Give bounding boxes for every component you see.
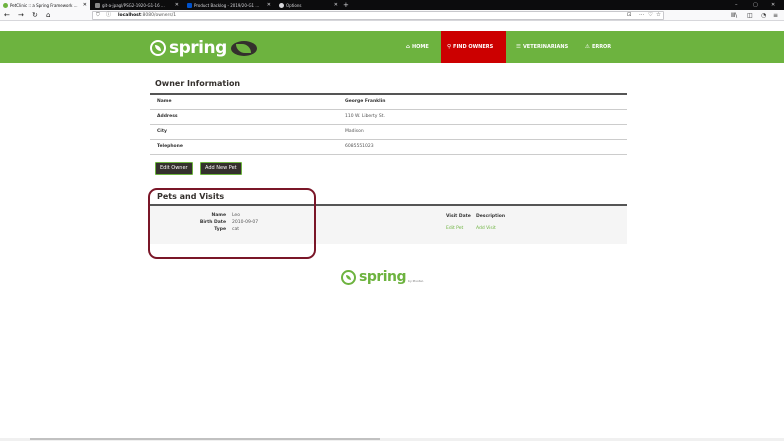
nav-veterinarians[interactable]: ☰ VETERINARIANS <box>510 31 574 63</box>
row-label: Telephone <box>150 138 338 155</box>
tab-title: git-a-jpagl/PSG2-1920-G1-16 ... <box>102 2 165 8</box>
tab-github[interactable]: git-a-jpagl/PSG2-1920-G1-16 ... ✕ <box>92 0 182 10</box>
add-new-pet-button[interactable]: Add New Pet <box>200 162 242 175</box>
backlog-favicon-icon <box>187 2 192 8</box>
menu-icon[interactable]: ≡ <box>773 11 778 20</box>
url-path: :8080/owners/1 <box>141 13 177 18</box>
row-value: 6085551023 <box>338 138 627 155</box>
visit-date-header: Visit Date <box>446 214 471 219</box>
row-value: Madison <box>338 123 627 139</box>
address-bar[interactable]: ⛉ ⓘ localhost:8080/owners/1 ⊡ ··· ♡ ☆ <box>92 11 664 20</box>
owner-information-heading: Owner Information <box>155 79 241 88</box>
owner-info-table: Name George Franklin Address 110 W. Libe… <box>150 93 627 155</box>
close-icon[interactable]: ✕ <box>83 2 87 8</box>
gear-icon <box>279 2 284 8</box>
close-icon[interactable]: ✕ <box>175 2 179 8</box>
url-host: localhost <box>118 13 142 18</box>
bookmark-star-icon[interactable]: ☆ <box>656 12 661 19</box>
tab-options[interactable]: Options ✕ <box>276 0 341 10</box>
reload-icon[interactable]: ↻ <box>32 11 38 20</box>
tab-title: PetClinic :: a Spring Framework ... <box>10 2 78 8</box>
close-icon[interactable]: ✕ <box>334 2 338 8</box>
pet-leaf-icon <box>230 40 257 56</box>
edit-pet-link[interactable]: Edit Pet <box>446 226 463 231</box>
window-close-icon[interactable]: ✕ <box>771 0 775 10</box>
close-icon[interactable]: ✕ <box>267 2 271 8</box>
tab-title: Product Backlog - 2019/20-G1 ... <box>194 2 260 8</box>
tab-backlog[interactable]: Product Backlog - 2019/20-G1 ... ✕ <box>184 0 274 10</box>
warning-icon: ⚠ <box>585 44 590 50</box>
info-icon[interactable]: ⓘ <box>106 12 111 19</box>
github-favicon-icon <box>95 2 100 8</box>
table-row: Address 110 W. Liberty St. <box>150 108 627 124</box>
browser-tab-bar: PetClinic :: a Spring Framework ... ✕ gi… <box>0 0 784 10</box>
table-row: Name George Franklin <box>150 93 627 109</box>
new-tab-button[interactable]: + <box>343 0 349 10</box>
footer-brand-text: spring <box>359 269 407 285</box>
back-icon[interactable]: ← <box>4 11 10 20</box>
description-header: Description <box>476 214 506 219</box>
page-actions-icon[interactable]: ··· <box>639 12 644 19</box>
tab-title: Options <box>286 2 302 8</box>
spring-favicon-icon <box>3 2 8 8</box>
nav-error[interactable]: ⚠ ERROR <box>579 31 617 63</box>
pocket-icon[interactable]: ♡ <box>648 12 653 19</box>
library-icon[interactable]: Ⅲ\ <box>731 11 737 20</box>
row-label: City <box>150 123 338 139</box>
nav-home[interactable]: ⌂ HOME <box>400 31 435 63</box>
highlight-annotation <box>148 188 316 259</box>
forward-icon[interactable]: → <box>18 11 24 20</box>
row-value: George Franklin <box>338 93 627 109</box>
nav-find-owners[interactable]: ⚲ FIND OWNERS <box>441 31 506 63</box>
footer-brand-sub: by Pivotal. <box>408 279 424 283</box>
maximize-icon[interactable]: ▢ <box>753 0 758 10</box>
table-row: Telephone 6085551023 <box>150 138 627 155</box>
add-visit-link[interactable]: Add Visit <box>476 226 496 231</box>
nav-error-label: ERROR <box>591 44 612 50</box>
tab-petclinic[interactable]: PetClinic :: a Spring Framework ... ✕ <box>0 0 90 10</box>
nav-veterinarians-label: VETERINARIANS <box>522 44 569 50</box>
nav-find-owners-label: FIND OWNERS <box>453 44 494 50</box>
edit-owner-button[interactable]: Edit Owner <box>155 162 193 175</box>
table-row: City Madison <box>150 123 627 139</box>
minimize-icon[interactable]: – <box>735 0 738 10</box>
sidebar-icon[interactable]: ◫ <box>747 11 753 20</box>
home-icon[interactable]: ⌂ <box>46 11 50 20</box>
browser-nav-bar: ← → ↻ ⌂ ⛉ ⓘ localhost:8080/owners/1 ⊡ ··… <box>0 10 784 21</box>
shield-icon[interactable]: ⛉ <box>96 12 100 19</box>
app-header: spring <box>0 31 784 63</box>
spring-logo[interactable]: spring <box>150 38 257 58</box>
search-icon: ⚲ <box>447 44 452 50</box>
spring-logo-icon <box>150 40 166 56</box>
list-icon: ☰ <box>516 44 521 50</box>
row-value: 110 W. Liberty St. <box>338 108 627 124</box>
url-text: localhost:8080/owners/1 <box>118 12 176 19</box>
footer-spring-logo: spring by Pivotal. <box>341 270 424 285</box>
reader-view-icon[interactable]: ⊡ <box>627 12 632 19</box>
scrollbar-thumb[interactable] <box>30 438 380 440</box>
row-label: Name <box>150 93 338 109</box>
nav-home-label: HOME <box>411 44 429 50</box>
row-label: Address <box>150 108 338 124</box>
spring-logo-icon <box>341 270 356 285</box>
brand-text: spring <box>169 38 227 58</box>
home-icon: ⌂ <box>406 44 410 50</box>
extension-icon[interactable]: ◔ <box>761 11 766 20</box>
